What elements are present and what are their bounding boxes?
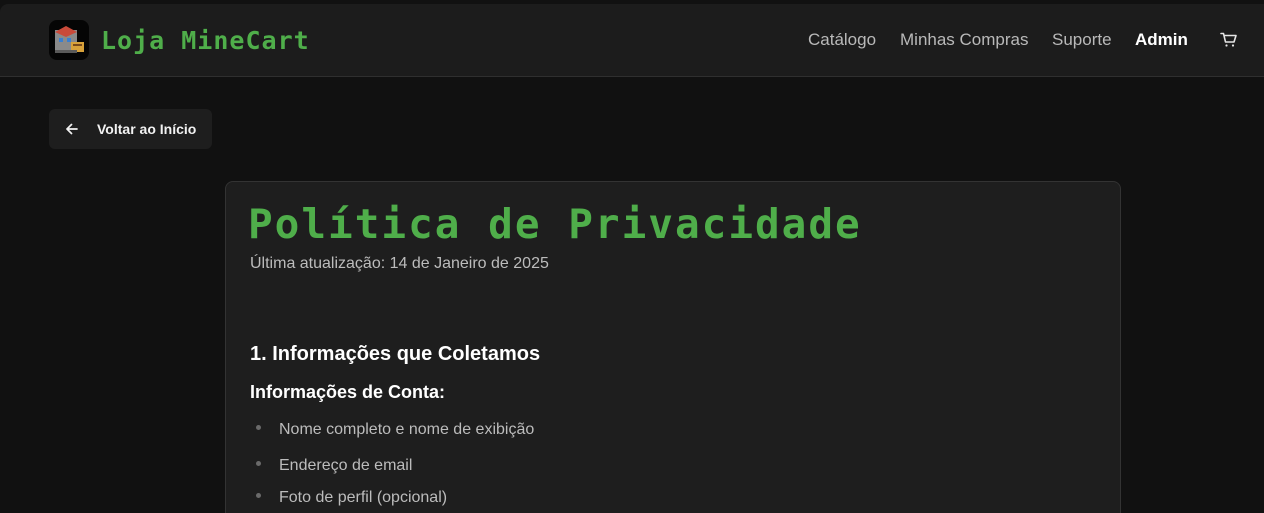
shopping-cart-icon[interactable] [1220, 32, 1238, 48]
list-item: Endereço de email [256, 457, 412, 475]
nav-link-minhas-compras[interactable]: Minhas Compras [900, 30, 1029, 50]
list-item-text: Endereço de email [279, 457, 413, 474]
nav-link-suporte[interactable]: Suporte [1052, 30, 1112, 50]
nav-link-admin[interactable]: Admin [1135, 30, 1188, 50]
back-button-label: Voltar ao Início [97, 121, 197, 137]
store-logo-icon[interactable] [49, 20, 89, 60]
list-item-text: Nome completo e nome de exibição [279, 421, 535, 438]
last-updated-text: Última atualização: 14 de Janeiro de 202… [250, 255, 549, 272]
page-title: Política de Privacidade [248, 200, 862, 248]
bullet-icon [256, 493, 261, 499]
bullet-icon [256, 461, 261, 467]
brand-name[interactable]: Loja MineCart [101, 26, 310, 55]
back-to-home-button[interactable]: Voltar ao Início [49, 109, 212, 149]
nav-link-catalogo[interactable]: Catálogo [808, 30, 876, 50]
arrow-left-icon [65, 122, 79, 136]
section-heading: 1. Informações que Coletamos [250, 343, 541, 365]
app-window: Loja MineCart Catálogo Minhas Compras Su… [0, 4, 1264, 513]
list-item-text: Foto de perfil (opcional) [279, 489, 448, 506]
list-item: Nome completo e nome de exibição [256, 421, 534, 439]
top-navigation-bar: Loja MineCart Catálogo Minhas Compras Su… [0, 4, 1264, 77]
privacy-policy-card: Política de Privacidade Última atualizaç… [225, 181, 1121, 513]
bullet-icon [256, 425, 261, 431]
list-item: Foto de perfil (opcional) [256, 489, 447, 507]
subsection-heading: Informações de Conta: [250, 382, 446, 402]
